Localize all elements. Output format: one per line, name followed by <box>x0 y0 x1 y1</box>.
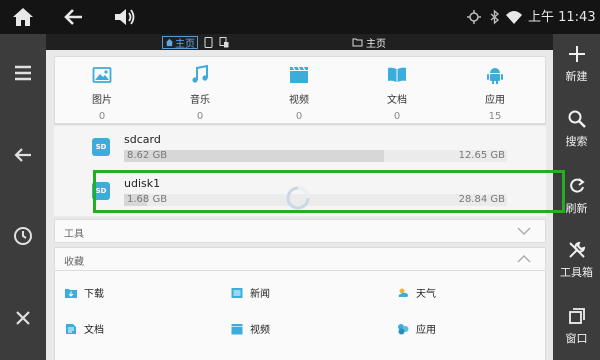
folder-icon <box>352 38 363 47</box>
home-icon[interactable] <box>10 4 36 30</box>
history-clock-icon[interactable] <box>9 222 37 250</box>
category-panel: 图片 0 音乐 0 视频 0 文档 0 应用 15 <box>54 56 546 124</box>
chevron-up-icon[interactable] <box>517 254 531 264</box>
bluetooth-icon <box>490 9 500 25</box>
category-images[interactable]: 图片 0 <box>72 65 132 122</box>
loading-spinner-icon <box>286 186 310 210</box>
favorite-label: 下载 <box>84 289 104 300</box>
storage-used: 8.62 GB <box>127 150 168 161</box>
new-button[interactable]: 新建 <box>553 44 600 104</box>
favorite-news[interactable]: 新闻 <box>231 285 270 300</box>
storage-name: sdcard <box>124 133 161 146</box>
favorite-label: 新闻 <box>250 289 270 300</box>
music-note-icon <box>192 65 208 83</box>
section-tools[interactable]: 工具 <box>54 219 546 243</box>
category-label: 文档 <box>387 95 407 106</box>
toolbox-label: 工具箱 <box>560 266 593 279</box>
section-label: 收藏 <box>64 257 84 268</box>
back-arrow-icon[interactable] <box>61 4 87 30</box>
wifi-icon <box>506 11 522 24</box>
back-icon[interactable] <box>9 141 37 169</box>
video-icon <box>290 66 308 83</box>
volume-icon[interactable] <box>111 4 137 30</box>
favorite-downloads[interactable]: 下载 <box>65 285 104 300</box>
category-count: 15 <box>488 111 502 122</box>
category-count: 0 <box>98 111 106 122</box>
search-button[interactable]: 搜索 <box>553 109 600 169</box>
main-content: 图片 0 音乐 0 视频 0 文档 0 应用 15 SD sdcard 8.62… <box>46 50 565 360</box>
plus-icon <box>569 46 585 62</box>
favorite-weather[interactable]: 天气 <box>397 285 436 300</box>
book-icon <box>388 67 406 82</box>
category-label: 应用 <box>485 95 505 106</box>
section-favorites[interactable]: 收藏 <box>54 247 546 271</box>
tab-home-box[interactable]: 主页 <box>162 35 198 50</box>
search-label: 搜索 <box>565 135 588 148</box>
favorite-label: 应用 <box>416 325 436 336</box>
category-count: 0 <box>196 111 204 122</box>
favorite-apps[interactable]: 应用 <box>397 321 436 336</box>
category-apps[interactable]: 应用 15 <box>465 65 525 122</box>
news-icon <box>231 287 243 298</box>
favorite-video[interactable]: 视频 <box>231 321 270 336</box>
menu-icon[interactable] <box>9 59 37 87</box>
location-icon <box>467 10 481 24</box>
window-button[interactable]: 窗口 <box>553 306 600 360</box>
tab-second-label: 主页 <box>366 38 386 50</box>
favorite-label: 天气 <box>416 289 436 300</box>
sd-card-icon: SD <box>92 138 110 156</box>
favorite-label: 文档 <box>84 325 104 336</box>
toolbox-button[interactable]: 工具箱 <box>553 240 600 300</box>
new-label: 新建 <box>565 70 588 83</box>
category-label: 图片 <box>92 95 112 106</box>
tab-home-second[interactable]: 主页 <box>352 34 386 50</box>
close-icon[interactable] <box>9 304 37 332</box>
download-folder-icon <box>65 288 77 298</box>
image-icon <box>92 67 112 83</box>
category-label: 视频 <box>289 95 309 106</box>
storage-total: 12.65 GB <box>458 150 505 161</box>
app-icon <box>398 323 409 334</box>
chevron-down-icon[interactable] <box>517 226 531 236</box>
home-icon <box>165 38 174 46</box>
left-toolbar <box>0 34 46 360</box>
weather-icon <box>398 288 408 297</box>
window-label: 窗口 <box>565 332 588 345</box>
refresh-icon <box>570 178 585 193</box>
document-icon <box>66 323 76 334</box>
selection-highlight <box>93 170 565 213</box>
divider <box>54 124 546 125</box>
favorites-grid: 下载 新闻 天气 文档 视频 应用 <box>54 271 546 360</box>
search-icon <box>568 110 586 128</box>
tab-home-label: 主页 <box>175 38 195 50</box>
favorite-documents[interactable]: 文档 <box>65 321 104 336</box>
category-music[interactable]: 音乐 0 <box>170 65 230 122</box>
android-icon <box>487 68 503 84</box>
favorite-label: 视频 <box>250 325 270 336</box>
status-time: 上午 11:43 <box>528 10 596 25</box>
section-label: 工具 <box>64 229 84 240</box>
category-count: 0 <box>295 111 303 122</box>
category-count: 0 <box>393 111 401 122</box>
category-documents[interactable]: 文档 0 <box>367 65 427 122</box>
status-bar: 上午 11:43 <box>0 0 600 34</box>
category-label: 音乐 <box>190 95 210 106</box>
video-icon <box>231 323 243 334</box>
device-switch-icon[interactable] <box>219 36 229 48</box>
phone-icon[interactable] <box>204 36 213 48</box>
tab-bar: 主页 主页 <box>46 34 553 50</box>
category-video[interactable]: 视频 0 <box>269 65 329 122</box>
wrench-icon <box>569 241 586 258</box>
window-icon <box>569 308 585 324</box>
storage-usage-bar: 8.62 GB 12.65 GB <box>124 150 507 162</box>
tab-home-active[interactable]: 主页 <box>162 34 229 50</box>
